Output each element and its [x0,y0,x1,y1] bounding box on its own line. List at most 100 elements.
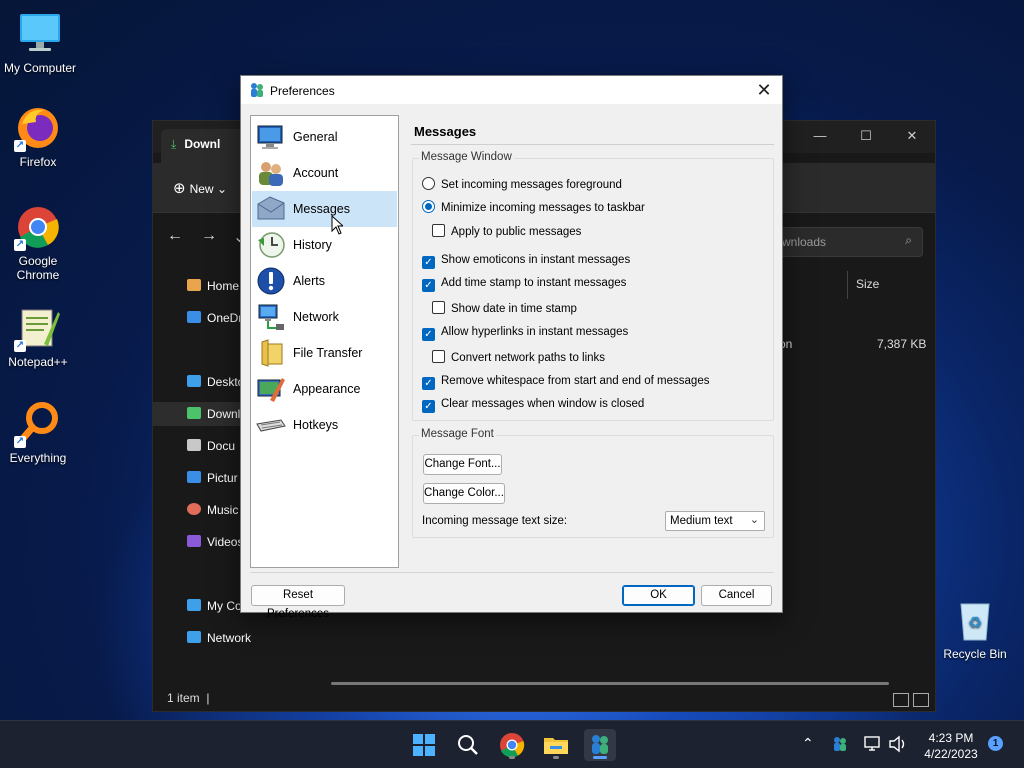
change-font-button[interactable]: Change Font... [423,454,502,475]
checkbox[interactable] [432,301,445,314]
nav-item-file-transfer[interactable]: File Transfer [252,335,397,371]
ok-button[interactable]: OK [622,585,695,606]
dialog-titlebar: Preferences ✕ [241,76,782,104]
start-windows-icon[interactable] [408,729,440,761]
checkbox-allow-hyperlinks[interactable]: ✓ Allow hyperlinks in instant messages [422,326,628,341]
monitor-icon [16,10,64,58]
column-header-size[interactable]: Size [847,271,887,299]
checkmark-icon[interactable]: ✓ [422,400,435,413]
nav-item-hotkeys[interactable]: Hotkeys [252,407,397,443]
text-size-label: Incoming message text size: [422,515,568,527]
details-view-icon[interactable] [893,693,909,707]
checkbox[interactable] [432,350,445,363]
sidebar-item-desktop[interactable]: Deskto [187,375,244,389]
checkmark-icon[interactable]: ✓ [422,328,435,341]
desktop-folder-icon [187,375,201,387]
option-label: Convert network paths to links [451,352,606,364]
checkbox-remove-whitespace[interactable]: ✓ Remove whitespace from start and end of… [422,375,709,390]
radio-set-foreground[interactable]: Set incoming messages foreground [422,177,622,191]
checkbox-show-date[interactable]: Show date in time stamp [432,301,577,315]
minimize-icon[interactable]: — [797,121,843,151]
nav-label: Hotkeys [293,418,339,432]
messenger-taskbar-icon[interactable] [584,729,616,761]
notification-badge[interactable]: 1 [988,736,1003,751]
nav-item-alerts[interactable]: Alerts [252,263,397,299]
running-indicator [593,756,607,759]
nav-item-network[interactable]: Network [252,299,397,335]
firefox-icon: ↗ [14,104,62,152]
sidebar-item-home[interactable]: Home [187,279,239,293]
sidebar-item-network[interactable]: Network [187,631,251,645]
chevron-down-icon: ⌄ [216,182,227,196]
search-icon[interactable] [452,729,484,761]
checkmark-icon[interactable]: ✓ [422,279,435,292]
shortcut-arrow-icon: ↗ [14,140,26,152]
new-button[interactable]: ⊕ New ⌄ [173,179,227,197]
horizontal-scrollbar[interactable] [331,682,889,685]
desktop-icon-recycle-bin[interactable]: ♻ Recycle Bin [937,596,1013,661]
tiles-view-icon[interactable] [913,693,929,707]
change-color-button[interactable]: Change Color... [423,483,505,504]
network-tray-icon[interactable] [864,735,882,753]
reset-preferences-button[interactable]: Reset Preferences [251,585,345,620]
checkmark-icon[interactable]: ✓ [422,256,435,269]
checkbox-convert-paths[interactable]: Convert network paths to links [432,350,605,364]
clock-date: 4/22/2023 [924,747,978,761]
radio-minimize-taskbar[interactable]: Minimize incoming messages to taskbar [422,200,645,214]
checkmark-icon[interactable]: ✓ [422,377,435,390]
chevron-down-icon: ⌄ [749,514,759,526]
explorer-window-controls: — ☐ ✕ [797,121,935,151]
svg-text:♻: ♻ [968,615,982,632]
chevron-up-icon[interactable]: ⌃ [802,735,814,752]
checkbox-show-emoticons[interactable]: ✓ Show emoticons in instant messages [422,254,630,269]
chrome-taskbar-icon[interactable] [496,729,528,761]
desktop-icon-chrome[interactable]: ↗ Google Chrome [0,203,76,282]
taskbar: ⌃ 4:23 PM 4/22/2023 [0,720,1024,768]
maximize-icon[interactable]: ☐ [843,121,889,151]
sidebar-item-music[interactable]: Music [187,503,238,517]
section-title: Messages [414,124,477,139]
general-monitor-icon [257,125,283,149]
sidebar-item-documents[interactable]: Docu [187,439,235,453]
volume-icon[interactable] [888,735,908,753]
desktop-icon-everything[interactable]: ↗ Everything [0,400,76,465]
close-icon[interactable]: ✕ [752,79,776,101]
nav-item-messages[interactable]: Messages [252,191,397,227]
radio-button[interactable] [422,177,435,190]
nav-item-account[interactable]: Account [252,155,397,191]
back-arrow-icon[interactable]: ← [167,227,183,245]
desktop-icon-label: Firefox [19,155,57,169]
system-clock[interactable]: 4:23 PM 4/22/2023 [918,730,984,762]
nav-item-general[interactable]: General [252,119,397,155]
desktop-icon-firefox[interactable]: ↗ Firefox [0,104,76,169]
checkbox-clear-on-close[interactable]: ✓ Clear messages when window is closed [422,398,644,413]
nav-item-history[interactable]: History [252,227,397,263]
group-title: Message Window [419,151,514,163]
checkbox-add-timestamp[interactable]: ✓ Add time stamp to instant messages [422,277,626,292]
explorer-search-input[interactable]: wnloads ⌕ [773,227,923,257]
close-icon[interactable]: ✕ [889,121,935,151]
option-label: Show date in time stamp [451,303,577,315]
file-explorer-taskbar-icon[interactable] [540,729,572,761]
desktop-icon-my-computer[interactable]: My Computer [2,10,78,75]
sidebar-item-videos[interactable]: Videos [187,535,243,549]
status-bar: 1 item | [167,691,210,705]
file-size-cell: 7,387 KB [877,337,927,351]
messenger-tray-icon[interactable] [832,735,848,753]
sidebar-label: Network [207,631,252,645]
sidebar-item-my-computer[interactable]: My Co [187,599,242,613]
cancel-button[interactable]: Cancel [701,585,772,606]
new-button-label: New [189,182,214,196]
sidebar-item-pictures[interactable]: Pictur [187,471,238,485]
preferences-dialog[interactable]: Preferences ✕ General Account Messages H… [240,75,783,620]
forward-arrow-icon[interactable]: → [201,227,217,245]
sidebar-label: OneDr [207,311,243,325]
checkbox[interactable] [432,224,445,237]
nav-item-appearance[interactable]: Appearance [252,371,397,407]
sidebar-item-onedrive[interactable]: OneDr [187,311,242,325]
checkbox-apply-public[interactable]: Apply to public messages [432,224,581,238]
text-size-select[interactable]: Medium text ⌄ [665,511,765,531]
radio-button-selected[interactable] [422,200,435,213]
desktop-icon-notepadpp[interactable]: ↗ Notepad++ [0,304,76,369]
group-title: Message Font [419,428,496,440]
